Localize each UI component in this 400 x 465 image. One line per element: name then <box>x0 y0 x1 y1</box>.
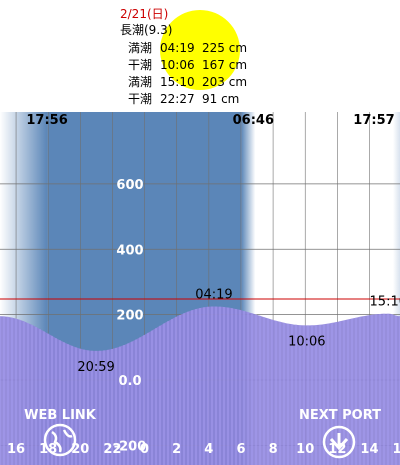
next-port-button[interactable]: NEXT PORT <box>299 408 381 423</box>
tide-extreme-label: 15:10 <box>370 295 400 310</box>
tide-time-label: 22:27 <box>160 92 195 106</box>
tide-height-label: 225 cm <box>202 41 247 55</box>
tide-time-label: 10:06 <box>160 58 195 72</box>
tide-height-label: 91 cm <box>202 92 239 106</box>
sunrise-sunset-label: 17:57 <box>353 113 394 128</box>
tide-height-label: 167 cm <box>202 58 247 72</box>
x-tick-label: 16 <box>7 442 25 457</box>
tide-height-label: 203 cm <box>202 75 247 89</box>
date-label: 2/21(日) <box>120 7 168 21</box>
tide-extreme-label: 10:06 <box>288 334 325 349</box>
y-tick-label: 400 <box>116 243 143 258</box>
tide-kind-label: 干潮 <box>128 57 152 72</box>
prev-port-button[interactable]: PREV PORT <box>299 50 381 65</box>
tide-kind-label: 満潮 <box>128 74 152 89</box>
sunrise-sunset-label: 17:56 <box>26 113 67 128</box>
tide-extreme-label: 04:19 <box>195 287 232 302</box>
tide-type-label: 長潮(9.3) <box>120 22 172 37</box>
tide-chart: 6004002000.0-20016182022024681012141617:… <box>0 7 400 465</box>
tide-kind-label: 満潮 <box>128 40 152 55</box>
x-tick-label: 14 <box>360 442 378 457</box>
x-tick-label: 8 <box>269 442 278 457</box>
y-tick-label: 600 <box>116 178 143 193</box>
web-link-button[interactable]: WEB LINK <box>24 408 97 423</box>
tide-extreme-label: 20:59 <box>77 360 114 375</box>
x-tick-label: 22 <box>103 442 121 457</box>
tide-kind-label: 干潮 <box>128 91 152 106</box>
x-tick-label: 0 <box>140 442 149 457</box>
y-tick-label: 200 <box>116 309 143 324</box>
y-tick-label: 0.0 <box>118 374 141 389</box>
x-tick-label: 2 <box>172 442 181 457</box>
x-tick-label: 10 <box>296 442 314 457</box>
x-tick-label: 6 <box>236 442 245 457</box>
tide-time-label: 15:10 <box>160 75 195 89</box>
tide-time-label: 04:19 <box>160 41 195 55</box>
x-tick-label: 16 <box>393 442 400 457</box>
x-tick-label: 4 <box>204 442 213 457</box>
sunrise-sunset-label: 06:46 <box>233 113 274 128</box>
up-arrow-circle-icon[interactable] <box>322 7 356 41</box>
